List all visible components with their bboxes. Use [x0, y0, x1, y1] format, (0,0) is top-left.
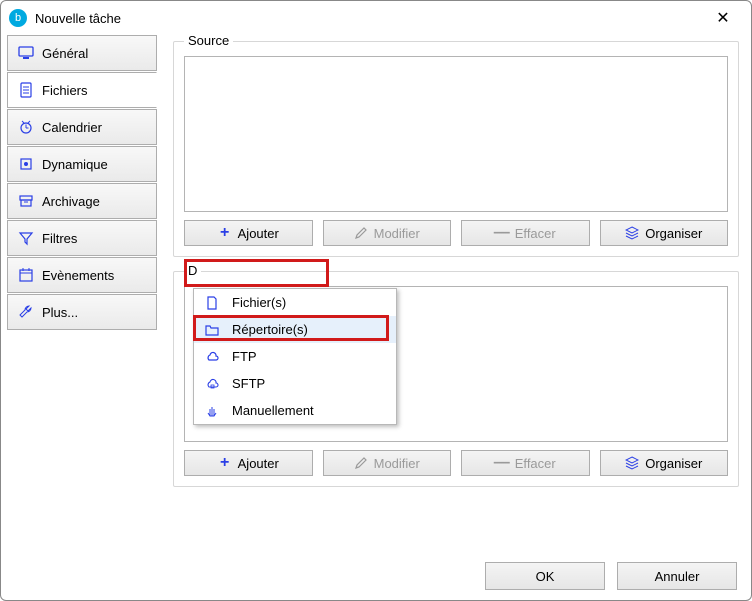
- sidebar-item-archivage[interactable]: Archivage: [7, 183, 157, 219]
- sidebar-item-general[interactable]: Général: [7, 35, 157, 71]
- stack-icon: [625, 456, 639, 470]
- pencil-icon: [354, 456, 368, 470]
- pencil-icon: [354, 226, 368, 240]
- sidebar-item-label: Evènements: [42, 268, 114, 283]
- menu-item-label: Répertoire(s): [232, 322, 308, 337]
- close-button[interactable]: ✕: [703, 8, 743, 28]
- sidebar-item-label: Calendrier: [42, 120, 102, 135]
- minus-icon: —: [495, 456, 509, 470]
- button-label: Effacer: [515, 226, 556, 241]
- sidebar-item-label: Général: [42, 46, 88, 61]
- sidebar-item-evenements[interactable]: Evènements: [7, 257, 157, 293]
- stack-icon: [625, 226, 639, 240]
- plus-icon: +: [218, 226, 232, 240]
- dialog-footer: OK Annuler: [485, 562, 737, 590]
- button-label: Modifier: [374, 456, 420, 471]
- group-source: Source + Ajouter Modifier — Effacer: [173, 41, 739, 257]
- sidebar-item-dynamique[interactable]: Dynamique: [7, 146, 157, 182]
- destination-erase-button[interactable]: — Effacer: [461, 450, 590, 476]
- sidebar-item-label: Fichiers: [42, 83, 88, 98]
- titlebar: b Nouvelle tâche ✕: [1, 1, 751, 35]
- hand-icon: [204, 403, 220, 419]
- button-label: Annuler: [655, 569, 700, 584]
- button-label: Modifier: [374, 226, 420, 241]
- chip-icon: [18, 156, 34, 172]
- sidebar-item-calendrier[interactable]: Calendrier: [7, 109, 157, 145]
- group-destination-label: D: [184, 263, 201, 278]
- menu-item-fichiers[interactable]: Fichier(s): [194, 289, 396, 316]
- box-icon: [18, 193, 34, 209]
- document-icon: [18, 82, 34, 98]
- button-label: Organiser: [645, 456, 702, 471]
- button-label: Effacer: [515, 456, 556, 471]
- destination-edit-button[interactable]: Modifier: [323, 450, 452, 476]
- destination-organise-button[interactable]: Organiser: [600, 450, 729, 476]
- plus-icon: +: [218, 456, 232, 470]
- file-icon: [204, 295, 220, 311]
- cloud-lock-icon: [204, 376, 220, 392]
- funnel-icon: [18, 230, 34, 246]
- ok-button[interactable]: OK: [485, 562, 605, 590]
- monitor-icon: [18, 45, 34, 61]
- sidebar-item-filtres[interactable]: Filtres: [7, 220, 157, 256]
- cancel-button[interactable]: Annuler: [617, 562, 737, 590]
- minus-icon: —: [495, 226, 509, 240]
- menu-item-label: SFTP: [232, 376, 265, 391]
- sidebar-item-plus[interactable]: Plus...: [7, 294, 157, 330]
- menu-item-label: Fichier(s): [232, 295, 286, 310]
- source-add-button[interactable]: + Ajouter: [184, 220, 313, 246]
- destination-toolbar: + Ajouter Modifier — Effacer: [184, 450, 728, 476]
- clock-icon: [18, 119, 34, 135]
- source-listbox[interactable]: [184, 56, 728, 212]
- button-label: Ajouter: [238, 456, 279, 471]
- menu-item-label: Manuellement: [232, 403, 314, 418]
- sidebar-item-fichiers[interactable]: Fichiers: [7, 72, 157, 108]
- source-organise-button[interactable]: Organiser: [600, 220, 729, 246]
- menu-item-repertoires[interactable]: Répertoire(s): [194, 316, 396, 343]
- calendar-icon: [18, 267, 34, 283]
- button-label: OK: [536, 569, 555, 584]
- sidebar-item-label: Dynamique: [42, 157, 108, 172]
- add-dropdown-menu: Fichier(s) Répertoire(s) FTP SFTP Manuel…: [193, 288, 397, 425]
- menu-item-manuellement[interactable]: Manuellement: [194, 397, 396, 424]
- destination-add-button[interactable]: + Ajouter: [184, 450, 313, 476]
- menu-item-sftp[interactable]: SFTP: [194, 370, 396, 397]
- source-erase-button[interactable]: — Effacer: [461, 220, 590, 246]
- sidebar-item-label: Archivage: [42, 194, 100, 209]
- cloud-icon: [204, 349, 220, 365]
- sidebar-item-label: Filtres: [42, 231, 77, 246]
- button-label: Organiser: [645, 226, 702, 241]
- app-icon: b: [9, 9, 27, 27]
- source-edit-button[interactable]: Modifier: [323, 220, 452, 246]
- button-label: Ajouter: [238, 226, 279, 241]
- sidebar: Général Fichiers Calendrier Dynamique Ar…: [7, 35, 157, 555]
- group-source-label: Source: [184, 33, 233, 48]
- wrench-icon: [18, 304, 34, 320]
- menu-item-label: FTP: [232, 349, 257, 364]
- sidebar-item-label: Plus...: [42, 305, 78, 320]
- source-toolbar: + Ajouter Modifier — Effacer: [184, 220, 728, 246]
- folder-icon: [204, 322, 220, 338]
- menu-item-ftp[interactable]: FTP: [194, 343, 396, 370]
- window-title: Nouvelle tâche: [35, 11, 703, 26]
